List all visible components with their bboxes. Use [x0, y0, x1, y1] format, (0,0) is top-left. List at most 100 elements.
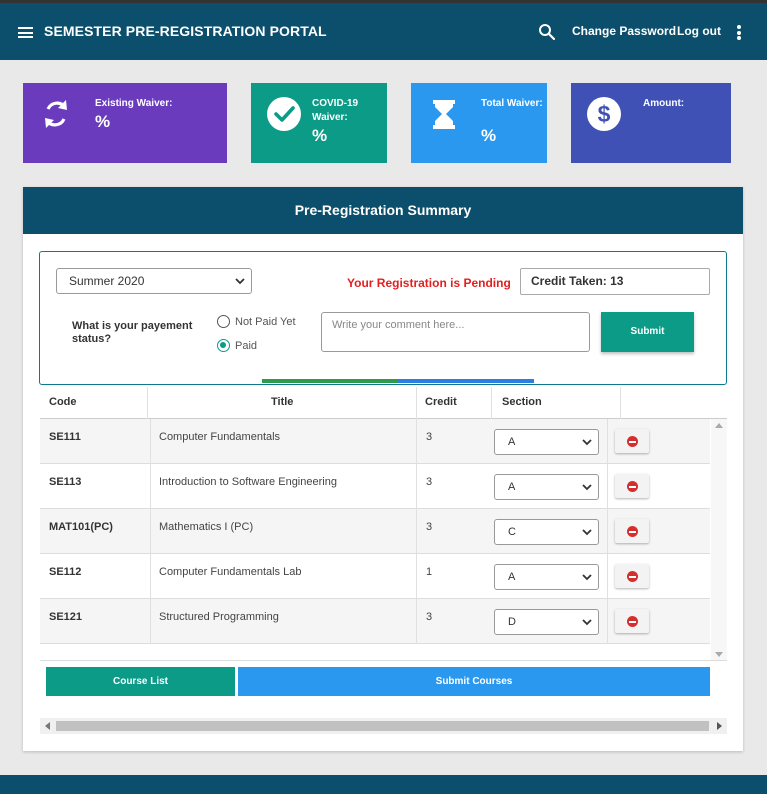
chevron-down-icon	[582, 484, 592, 491]
radio-button-selected[interactable]	[217, 339, 230, 352]
comment-textarea[interactable]: Write your comment here...	[321, 312, 590, 352]
section-select[interactable]: A	[494, 429, 599, 455]
section-select[interactable]: A	[494, 564, 599, 590]
column-divider	[607, 599, 608, 644]
section-value: A	[508, 481, 516, 493]
existing-waiver-card: Existing Waiver: %	[23, 83, 227, 163]
logout-link[interactable]: Log out	[677, 24, 721, 38]
column-divider	[150, 554, 151, 599]
amount-label: Amount:	[643, 98, 685, 109]
submit-button[interactable]: Submit	[601, 312, 694, 352]
course-title: Structured Programming	[159, 611, 279, 623]
column-divider	[491, 387, 492, 419]
total-waiver-card: Total Waiver: %	[411, 83, 547, 163]
footer-bar	[0, 775, 767, 794]
amount-card: $ Amount:	[571, 83, 731, 163]
chevron-down-icon	[582, 439, 592, 446]
column-divider	[150, 464, 151, 509]
course-code: SE121	[49, 611, 83, 623]
remove-course-button[interactable]	[615, 474, 649, 498]
panel-title: Pre-Registration Summary	[23, 187, 743, 234]
top-app-bar: SEMESTER PRE-REGISTRATION PORTAL Change …	[0, 0, 767, 60]
svg-text:$: $	[598, 101, 611, 127]
column-divider	[416, 387, 417, 419]
column-divider	[416, 419, 417, 464]
radio-paid-label: Paid	[235, 339, 258, 352]
minus-circle-icon	[627, 436, 638, 447]
minus-circle-icon	[627, 481, 638, 492]
course-credit: 1	[426, 566, 433, 578]
column-divider	[416, 509, 417, 554]
horizontal-scrollbar[interactable]	[40, 718, 727, 734]
registration-status: Your Registration is Pending	[347, 276, 511, 290]
table-header: Code Title Credit Section	[40, 387, 727, 419]
remove-course-button[interactable]	[615, 519, 649, 543]
table-row: SE113 Introduction to Software Engineeri…	[40, 464, 710, 509]
submit-courses-button[interactable]: Submit Courses	[238, 667, 710, 696]
course-title: Mathematics I (PC)	[159, 521, 254, 533]
scrollbar-thumb[interactable]	[56, 721, 709, 731]
menu-icon[interactable]	[18, 27, 33, 38]
section-value: D	[508, 616, 516, 628]
app-title: SEMESTER PRE-REGISTRATION PORTAL	[44, 23, 327, 39]
column-divider	[607, 509, 608, 554]
section-select[interactable]: A	[494, 474, 599, 500]
scroll-up-arrow-icon[interactable]	[715, 423, 723, 428]
payment-status-question: What is your payement status?	[72, 320, 193, 345]
course-code: SE113	[49, 476, 82, 488]
course-list-button[interactable]: Course List	[46, 667, 235, 696]
minus-circle-icon	[627, 616, 638, 627]
covid-waiver-value: %	[312, 126, 328, 145]
chevron-down-icon	[582, 529, 592, 536]
scroll-down-arrow-icon[interactable]	[715, 652, 723, 657]
section-select[interactable]: D	[494, 609, 599, 635]
remove-course-button[interactable]	[615, 609, 649, 633]
section-value: C	[508, 526, 516, 538]
radio-not-paid[interactable]: Not Paid Yet	[217, 315, 296, 328]
column-divider	[150, 509, 151, 554]
radio-button[interactable]	[217, 315, 230, 328]
semester-select-value: Summer 2020	[69, 274, 145, 288]
course-credit: 3	[426, 476, 433, 488]
column-divider	[416, 599, 417, 644]
section-select[interactable]: C	[494, 519, 599, 545]
column-header-title: Title	[271, 396, 294, 408]
course-title: Introduction to Software Engineering	[159, 476, 337, 488]
table-vertical-scrollbar[interactable]	[711, 419, 727, 661]
more-vert-icon[interactable]	[737, 25, 743, 41]
column-header-credit: Credit	[425, 396, 457, 408]
minus-circle-icon	[627, 571, 638, 582]
courses-table: Code Title Credit Section SE111 Computer…	[40, 387, 727, 661]
chevron-down-icon	[235, 278, 245, 285]
section-value: A	[508, 436, 516, 448]
scroll-right-arrow-icon[interactable]	[717, 722, 722, 730]
course-credit: 3	[426, 521, 433, 533]
total-waiver-value: %	[481, 126, 497, 145]
radio-paid[interactable]: Paid	[217, 339, 257, 352]
scroll-left-arrow-icon[interactable]	[45, 722, 50, 730]
table-row: MAT101(PC) Mathematics I (PC) 3 C	[40, 509, 710, 554]
search-icon[interactable]	[538, 23, 556, 41]
total-waiver-label: Total Waiver:	[481, 98, 543, 109]
hourglass-icon	[433, 100, 455, 129]
remove-course-button[interactable]	[615, 429, 649, 453]
semester-select[interactable]: Summer 2020	[56, 268, 252, 294]
column-divider	[150, 599, 151, 644]
course-title: Computer Fundamentals Lab	[159, 566, 302, 578]
column-divider	[607, 419, 608, 464]
column-header-section: Section	[502, 396, 542, 408]
table-actions: Course List Submit Courses	[40, 660, 727, 700]
radio-not-paid-label: Not Paid Yet	[235, 315, 296, 328]
column-divider	[620, 387, 621, 419]
course-credit: 3	[426, 431, 433, 443]
dollar-icon: $	[587, 97, 621, 131]
remove-course-button[interactable]	[615, 564, 649, 588]
pre-registration-panel: Pre-Registration Summary Summer 2020 You…	[23, 187, 743, 751]
course-code: MAT101(PC)	[49, 521, 113, 533]
existing-waiver-label: Existing Waiver:	[95, 98, 173, 109]
covid-waiver-label: COVID-19 Waiver:	[312, 98, 359, 123]
column-divider	[147, 387, 148, 419]
course-code: SE112	[49, 566, 82, 578]
change-password-link[interactable]: Change Password	[572, 24, 676, 38]
chevron-down-icon	[582, 574, 592, 581]
